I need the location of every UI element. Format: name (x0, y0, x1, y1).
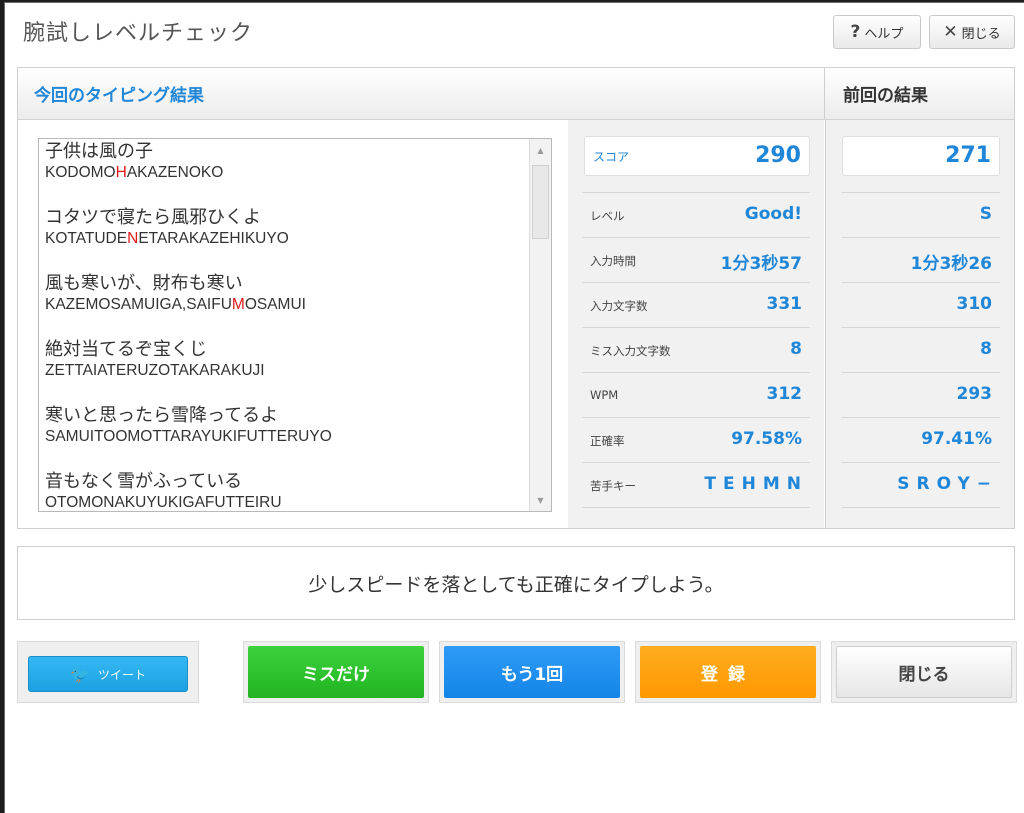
triangle-up-icon[interactable]: ▲ (530, 139, 551, 161)
tweet-button[interactable]: 🐦 ツイート (28, 656, 188, 692)
triangle-down-icon[interactable]: ▼ (530, 489, 551, 511)
missed-key: H (115, 164, 127, 181)
current-level: Good! (744, 204, 802, 224)
phrase-romaji: KODOMOHAKAZENOKO (45, 164, 224, 181)
twitter-bird-icon: 🐦 (70, 664, 90, 684)
stat-row-misses: ミス入力文字数 8 (582, 327, 810, 372)
phrase-japanese: 絶対当てるぞ宝くじ (45, 339, 207, 360)
list-item: 絶対当てるぞ宝くじ ZETTAIATERUZOTAKARAKUJI (45, 339, 265, 381)
stat-row-chars: 入力文字数 331 (582, 282, 810, 327)
current-misses: 8 (790, 339, 802, 359)
list-item: 寒いと思ったら雪降ってるよ SAMUITOOMOTTARAYUKIFUTTERU… (45, 405, 332, 447)
prev-stat-wpm: 293 (842, 372, 1000, 417)
missed-key: M (231, 296, 245, 313)
stat-row-time: 入力時間 1分3秒57 (582, 237, 810, 282)
list-scrollbar[interactable]: ▲ ▼ (529, 139, 551, 511)
typed-phrases-list[interactable]: 子供は風の子 KODOMOHAKAZENOKO コタツで寝たら風邪ひくよ KOT… (38, 138, 552, 512)
divider (582, 507, 810, 508)
current-stats: スコア 290 レベル Good! 入力時間 1分3秒57 入力文字数 331 … (568, 120, 824, 528)
list-item: 音もなく雪がふっている OTOMONAKUYUKIGAFUTTEIRU (45, 471, 282, 511)
current-results-header: 今回のタイピング結果 (18, 68, 824, 120)
close-icon: ✕ (943, 22, 958, 42)
current-chars: 331 (766, 294, 803, 314)
miss-only-button[interactable]: ミスだけ (248, 646, 424, 698)
advice-message: 少しスピードを落としても正確にタイプしよう。 (17, 546, 1015, 620)
prev-stat-weak-keys: SROY− (842, 462, 1000, 507)
phrase-japanese: 音もなく雪がふっている (45, 471, 243, 492)
list-item: 風も寒いが、財布も寒い KAZEMOSAMUIGA,SAIFUMOSAMUI (45, 273, 306, 315)
current-accuracy: 97.58% (731, 429, 802, 449)
missed-key: N (127, 230, 139, 247)
register-button-frame: 登録 (635, 641, 821, 703)
retry-button-frame: もう1回 (439, 641, 625, 703)
results-panel: 今回のタイピング結果 前回の結果 子供は風の子 KODOMOHAKAZENOKO… (17, 67, 1015, 529)
tweet-button-frame: 🐦 ツイート (17, 641, 199, 703)
tweet-button-label: ツイート (97, 667, 146, 682)
help-button[interactable]: ? ヘルプ (833, 15, 921, 49)
previous-results-header: 前回の結果 (824, 68, 1014, 120)
level-check-dialog: 腕試しレベルチェック ? ヘルプ ✕ 閉じる 今回のタイピング結果 前回の結果 … (4, 2, 1024, 813)
phrase-romaji: KOTATUDENETARAKAZEHIKUYO (45, 230, 289, 247)
question-icon: ? (850, 22, 861, 42)
current-score: 290 (755, 143, 801, 168)
current-time: 1分3秒57 (720, 254, 802, 274)
stat-row-level: レベル Good! (582, 192, 810, 237)
current-wpm: 312 (766, 384, 803, 404)
divider (842, 507, 1000, 508)
scroll-thumb[interactable] (532, 165, 549, 239)
stat-row-accuracy: 正確率 97.58% (582, 417, 810, 462)
phrase-romaji: KAZEMOSAMUIGA,SAIFUMOSAMUI (45, 296, 306, 313)
close-button-frame: 閉じる (831, 641, 1017, 703)
retry-button[interactable]: もう1回 (444, 646, 620, 698)
miss-only-button-frame: ミスだけ (243, 641, 429, 703)
previous-score-box: 271 (842, 136, 1000, 176)
phrase-romaji: SAMUITOOMOTTARAYUKIFUTTERUYO (45, 428, 332, 445)
phrase-japanese: 子供は風の子 (45, 141, 153, 162)
close-top-button-label: 閉じる (961, 26, 1001, 42)
previous-stats: 271 S 1分3秒26 310 8 293 97.41% SROY− (825, 120, 1014, 528)
close-top-button[interactable]: ✕ 閉じる (929, 15, 1015, 49)
stat-row-wpm: WPM 312 (582, 372, 810, 417)
help-button-label: ヘルプ (864, 26, 904, 42)
previous-score: 271 (945, 143, 991, 168)
prev-stat-time: 1分3秒26 (842, 237, 1000, 282)
phrase-romaji: ZETTAIATERUZOTAKARAKUJI (45, 362, 265, 379)
prev-stat-misses: 8 (842, 327, 1000, 372)
dialog-title: 腕試しレベルチェック (23, 21, 254, 46)
prev-stat-level: S (842, 192, 1000, 237)
current-score-box: スコア 290 (584, 136, 810, 176)
list-item: コタツで寝たら風邪ひくよ KOTATUDENETARAKAZEHIKUYO (45, 207, 289, 249)
phrase-romaji: OTOMONAKUYUKIGAFUTTEIRU (45, 494, 282, 511)
stat-row-weak-keys: 苦手キー TEHMN (582, 462, 810, 507)
score-label: スコア (593, 150, 630, 164)
register-button[interactable]: 登録 (640, 646, 816, 698)
close-button[interactable]: 閉じる (836, 646, 1012, 698)
phrase-japanese: 風も寒いが、財布も寒い (45, 273, 243, 294)
list-item: 子供は風の子 KODOMOHAKAZENOKO (45, 141, 223, 183)
current-weak-keys: TEHMN (704, 474, 808, 494)
phrase-japanese: コタツで寝たら風邪ひくよ (45, 207, 261, 228)
prev-stat-accuracy: 97.41% (842, 417, 1000, 462)
prev-stat-chars: 310 (842, 282, 1000, 327)
phrase-japanese: 寒いと思ったら雪降ってるよ (45, 405, 279, 426)
